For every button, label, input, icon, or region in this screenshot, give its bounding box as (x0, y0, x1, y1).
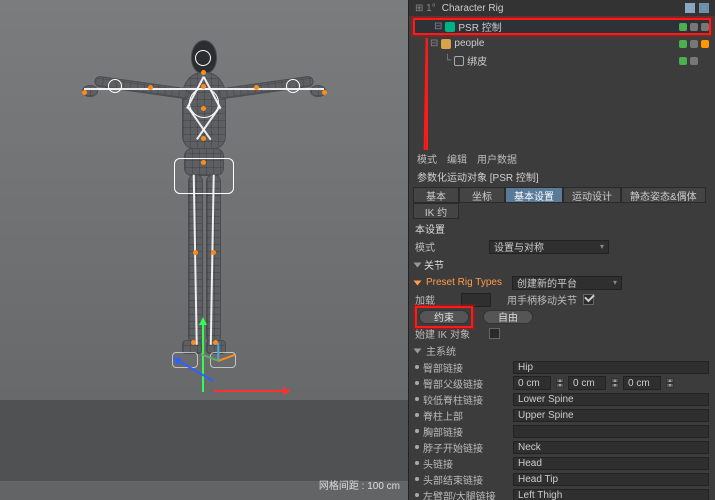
attr-menu[interactable]: 模式 编辑 用户数据 (409, 150, 715, 166)
attr-menu-userdata[interactable]: 用户数据 (477, 151, 517, 166)
tab-motion[interactable]: 运动设计 (563, 187, 621, 203)
handle-label: 用手柄移动关节 (507, 292, 577, 307)
reset-ik-label: 始建 IK 对象 (415, 326, 483, 341)
joint-row[interactable]: 头部结束链接 Head Tip (409, 471, 715, 487)
people-icon (441, 39, 451, 49)
joint-label: 头部结束链接 (423, 472, 509, 487)
joint-row-hip-parent[interactable]: 臀部父级链接 0 cm ▴▾ 0 cm ▴▾ 0 cm ▴▾ (409, 375, 715, 391)
joint-list: 较低脊柱链接 Lower Spine 脊柱上部 Upper Spine 胸部链接脖子开始… (409, 391, 715, 500)
mainsys-label: 主系统 (426, 343, 476, 358)
hip-parent-x[interactable]: 0 cm (513, 376, 551, 390)
psr-icon (445, 22, 455, 32)
joint-label: 头链接 (423, 456, 509, 471)
joint-field[interactable]: Neck (513, 441, 709, 454)
load-field[interactable] (461, 293, 491, 307)
tree-item-psr[interactable]: ⊟ PSR 控制 (413, 18, 711, 35)
hip-parent-z[interactable]: 0 cm (623, 376, 661, 390)
object-header-title: Character Rig (442, 3, 504, 14)
section-joint[interactable]: 关节 (409, 255, 715, 274)
mode-dropdown[interactable]: 设置与对称▾ (489, 240, 609, 254)
preset-row: Preset Rig Types 创建新的平台▾ (409, 274, 715, 291)
object-visibility-column[interactable] (679, 18, 709, 69)
constrain-highlight: 约束 (415, 306, 473, 328)
tab-ik[interactable]: IK 约 (413, 203, 459, 219)
joint-row[interactable]: 头链接 Head (409, 455, 715, 471)
handle-checkbox[interactable] (583, 294, 594, 305)
reset-ik-checkbox[interactable] (489, 328, 500, 339)
joint-field[interactable]: Head Tip (513, 473, 709, 486)
layer-icon[interactable] (685, 3, 695, 13)
tree-label-psr: PSR 控制 (458, 19, 501, 34)
tab-coord[interactable]: 坐标 (459, 187, 505, 203)
joint-label: 左臂部/大腿链接 (423, 488, 509, 500)
grid-spacing-label: 网格间距 : 100 cm (319, 477, 400, 492)
joint-label: 较低脊柱链接 (423, 392, 509, 407)
joint-field[interactable]: Head (513, 457, 709, 470)
joint-field[interactable]: Lower Spine (513, 393, 709, 406)
attr-menu-mode[interactable]: 模式 (417, 151, 437, 166)
object-tree[interactable]: ⊟ PSR 控制 ⊟ people └ 绑皮 (409, 16, 715, 71)
joint-label: 胸部链接 (423, 424, 509, 439)
joint-row[interactable]: 脊柱上部 Upper Spine (409, 407, 715, 423)
hip-label: 臀部链接 (423, 360, 509, 375)
filter-icon[interactable] (699, 3, 709, 13)
bind-icon (454, 56, 464, 66)
hip-parent-y[interactable]: 0 cm (568, 376, 606, 390)
tab-basic[interactable]: 基本 (413, 187, 459, 203)
joint-row-hip[interactable]: 臀部链接 Hip (409, 359, 715, 375)
joint-field[interactable]: Upper Spine (513, 409, 709, 422)
mode-label: 模式 (415, 239, 483, 254)
section-basic[interactable]: 本设置 (409, 219, 715, 238)
constrain-button[interactable]: 约束 (419, 310, 469, 324)
attr-tabs[interactable]: 基本 坐标 基本设置 运动设计 静态姿态&偶体 IK 约 (409, 187, 715, 219)
tree-label-bind: 绑皮 (467, 53, 487, 68)
joint-row[interactable]: 较低脊柱链接 Lower Spine (409, 391, 715, 407)
hip-parent-label: 臀部父级链接 (423, 376, 509, 391)
joint-field[interactable] (513, 425, 709, 438)
attribute-manager[interactable]: 模式 编辑 用户数据 参数化运动对象 [PSR 控制] 基本 坐标 基本设置 运… (408, 150, 715, 500)
joint-label: 脊柱上部 (423, 408, 509, 423)
object-manager[interactable]: ⊞ 1° Character Rig ⊟ PSR 控制 ⊟ people └ 绑… (408, 0, 715, 150)
joint-row[interactable]: 左臂部/大腿链接 Left Thigh (409, 487, 715, 500)
attr-menu-edit[interactable]: 编辑 (447, 151, 467, 166)
joint-row[interactable]: 脖子开始链接 Neck (409, 439, 715, 455)
preset-rig-label: Preset Rig Types (426, 277, 502, 288)
viewport-3d[interactable]: 网格间距 : 100 cm (0, 0, 408, 500)
joint-label: 脖子开始链接 (423, 440, 509, 455)
mini-axis-widget (198, 340, 238, 380)
tab-basic-settings[interactable]: 基本设置 (505, 187, 563, 203)
tab-pose[interactable]: 静态姿态&偶体 (621, 187, 706, 203)
tree-item-people[interactable]: ⊟ people (413, 35, 711, 52)
joint-row[interactable]: 胸部链接 (409, 423, 715, 439)
tree-item-bind[interactable]: └ 绑皮 (413, 52, 711, 69)
tree-label-people: people (454, 38, 484, 49)
axis-x[interactable] (214, 390, 284, 392)
preset-rig-dropdown[interactable]: 创建新的平台▾ (512, 276, 622, 290)
hip-field[interactable]: Hip (513, 361, 709, 374)
joint-field[interactable]: Left Thigh (513, 489, 709, 500)
free-button[interactable]: 自由 (483, 310, 533, 324)
attr-object-title: 参数化运动对象 [PSR 控制] (409, 166, 715, 187)
object-manager-header: ⊞ 1° Character Rig (409, 0, 715, 16)
